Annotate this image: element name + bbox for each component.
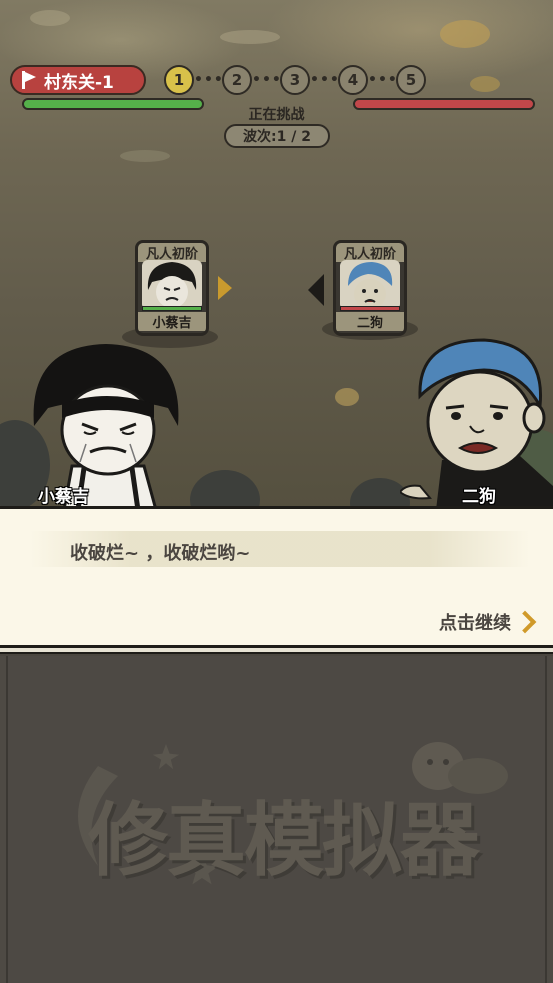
wave-node-4: 4	[338, 65, 368, 95]
enemy-card-hp	[340, 306, 400, 311]
rock-decoration	[470, 76, 500, 92]
wave-connector: •••	[252, 72, 282, 88]
turn-indicator-icon	[308, 274, 324, 306]
attack-direction-icon	[218, 276, 232, 300]
bottom-panel-frame: 修真模拟器	[6, 656, 547, 983]
card-name: 小蔡吉	[138, 312, 206, 331]
rock-decoration	[30, 10, 70, 26]
wave-connector: •••	[368, 72, 398, 88]
stage-label: 村东关-1	[44, 72, 114, 93]
card-name: 二狗	[336, 312, 404, 331]
wave-connector: •••	[310, 72, 340, 88]
player-card-hp	[142, 306, 202, 311]
wave-progress: 1 ••• 2 ••• 3 ••• 4 ••• 5	[164, 64, 426, 96]
panel-divider	[0, 648, 553, 654]
flag-icon	[22, 71, 36, 89]
leaf-decoration	[335, 388, 359, 406]
wave-counter: 波次:1 / 2	[224, 124, 330, 148]
enemy-speaker-name: 二狗	[462, 487, 496, 507]
bush-decoration	[190, 470, 260, 510]
bottom-panel: 修真模拟器	[0, 656, 553, 983]
enemy-unit-card[interactable]: 凡人初阶 二狗	[333, 240, 407, 336]
wave-node-1: 1	[164, 65, 194, 95]
player-speaker-name: 小蔡吉	[38, 487, 89, 507]
battlefield: 村东关-1 1 ••• 2 ••• 3 ••• 4 ••• 5 正在挑战 波次:…	[0, 0, 553, 510]
enemy-portrait	[340, 260, 400, 310]
game-title: 修真模拟器	[88, 793, 480, 887]
wave-counter-label: 波次:1 / 2	[243, 129, 311, 145]
rock-decoration	[440, 20, 490, 48]
rock-decoration	[120, 150, 170, 162]
player-portrait	[142, 260, 202, 310]
wave-connector: •••	[194, 72, 224, 88]
dialog-text: 收破烂~ ，收破烂哟~	[70, 543, 251, 564]
game-logo: 修真模拟器	[58, 726, 518, 896]
wave-node-2: 2	[222, 65, 252, 95]
continue-label: 点击继续	[439, 613, 511, 634]
dialog-box[interactable]: 收破烂~ ，收破烂哟~ 点击继续	[0, 506, 553, 648]
rock-decoration	[220, 30, 280, 44]
stage-badge[interactable]: 村东关-1	[10, 65, 146, 95]
challenge-status: 正在挑战	[248, 107, 305, 123]
continue-button[interactable]: 点击继续	[439, 609, 539, 635]
chevron-right-icon	[513, 610, 537, 634]
wave-node-5: 5	[396, 65, 426, 95]
player-unit-card[interactable]: 凡人初阶 小蔡吉	[135, 240, 209, 336]
wave-node-3: 3	[280, 65, 310, 95]
